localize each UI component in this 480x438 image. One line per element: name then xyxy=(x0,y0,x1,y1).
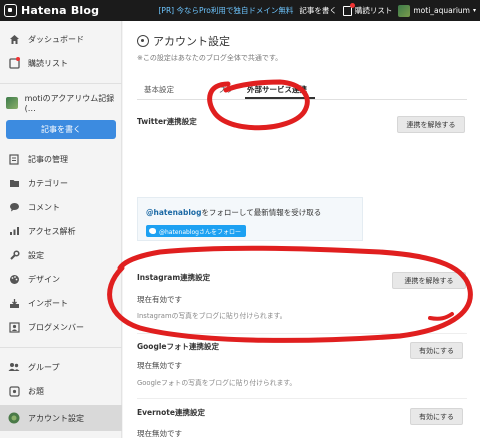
import-icon xyxy=(8,297,20,309)
sidebar-item-label: お題 xyxy=(28,386,44,396)
topic-icon xyxy=(8,385,20,397)
divider xyxy=(137,398,467,399)
blog-selector[interactable]: motiのアクアリウム記録(… xyxy=(0,93,122,113)
chevron-down-icon: ▾ xyxy=(472,7,476,14)
account-settings-icon xyxy=(137,35,149,47)
document-icon xyxy=(8,153,20,165)
evernote-status: 現在無効です xyxy=(137,429,182,438)
main-content: アカウント設定 ※この設定はあなたのブログ全体で共通です。 基本設定 プラ 外部… xyxy=(123,21,480,438)
wrench-icon xyxy=(8,249,20,261)
page-title-text: アカウント設定 xyxy=(153,35,230,48)
comment-icon xyxy=(8,201,20,213)
blog-thumbnail xyxy=(6,97,18,109)
write-post-button[interactable]: 記事を書く xyxy=(6,120,116,139)
sidebar-item-label: 設定 xyxy=(28,250,44,260)
sidebar-item-groups[interactable]: グループ xyxy=(0,355,122,379)
divider xyxy=(0,83,122,84)
sidebar-item-label: グループ xyxy=(28,362,60,372)
sidebar-item-label: ブログメンバー xyxy=(28,322,84,332)
google-photos-enable-button[interactable]: 有効にする xyxy=(410,342,463,359)
google-photos-section-title: Googleフォト連携設定 xyxy=(137,342,219,351)
sidebar-item-label: 購読リスト xyxy=(28,58,68,68)
promo-link[interactable]: [PR] 今ならPro利用で独自ドメイン無料 xyxy=(159,5,294,16)
tab-external-services[interactable]: 外部サービス連携 xyxy=(247,84,307,95)
sidebar-item-label: アクセス解析 xyxy=(28,226,76,236)
sidebar-item-design[interactable]: デザイン xyxy=(0,267,122,291)
username: moti_aquarium xyxy=(413,6,470,15)
twitter-section-title: Twitter連携設定 xyxy=(137,117,197,126)
sidebar-item-analytics[interactable]: アクセス解析 xyxy=(0,219,122,243)
bar-chart-icon xyxy=(8,225,20,237)
hatena-logo-icon xyxy=(4,4,17,17)
active-tab-indicator xyxy=(245,97,315,99)
settings-tabs: 基本設定 プラ 外部サービス連携 xyxy=(137,82,467,100)
sidebar-item-label: カテゴリー xyxy=(28,178,68,188)
members-icon xyxy=(8,321,20,333)
evernote-section-title: Evernote連携設定 xyxy=(137,408,205,417)
sidebar-item-settings[interactable]: 設定 xyxy=(0,243,122,267)
instagram-note: Instagramの写真をブログに貼り付けられます。 xyxy=(137,312,287,320)
home-icon xyxy=(8,33,20,45)
twitter-follow-button[interactable]: @hatenablogさんをフォロー xyxy=(146,225,246,237)
twitter-follow-box: @hatenablogをフォローして最新情報を受け取る @hatenablogさ… xyxy=(137,197,363,241)
group-icon xyxy=(8,361,20,373)
divider xyxy=(0,347,122,348)
reading-list-icon xyxy=(8,57,20,69)
twitter-bird-icon xyxy=(149,228,156,234)
sidebar-item-label: アカウント設定 xyxy=(28,413,84,423)
sidebar-item-comments[interactable]: コメント xyxy=(0,195,122,219)
sidebar-item-label: インポート xyxy=(28,298,68,308)
sidebar-item-manage-posts[interactable]: 記事の管理 xyxy=(0,147,122,171)
reading-list-label: 購読リスト xyxy=(354,6,393,15)
twitter-follow-message: をフォローして最新情報を受け取る xyxy=(201,208,322,217)
divider xyxy=(137,333,467,334)
top-bar: Hatena Blog [PR] 今ならPro利用で独自ドメイン無料 記事を書く… xyxy=(0,0,480,21)
instagram-section-title: Instagram連携設定 xyxy=(137,273,211,282)
evernote-enable-button[interactable]: 有効にする xyxy=(410,408,463,425)
sidebar-item-label: 記事の管理 xyxy=(28,154,68,164)
instagram-status: 現在有効です xyxy=(137,295,182,304)
blog-name: motiのアクアリウム記録(… xyxy=(24,94,115,113)
write-post-link[interactable]: 記事を書く xyxy=(299,5,337,16)
tab-plan[interactable]: プラ xyxy=(218,84,233,95)
user-menu[interactable]: moti_aquarium ▾ xyxy=(398,4,476,17)
sidebar-item-label: ダッシュボード xyxy=(28,34,84,44)
google-photos-note: Googleフォトの写真をブログに貼り付けられます。 xyxy=(137,379,297,387)
reading-list-icon xyxy=(342,2,355,16)
sidebar-item-dashboard[interactable]: ダッシュボード xyxy=(0,27,122,51)
hatena-blog-logo[interactable]: Hatena Blog xyxy=(0,0,99,21)
tab-basic-settings[interactable]: 基本設定 xyxy=(144,84,174,95)
sidebar-item-topics[interactable]: お題 xyxy=(0,379,122,403)
twitter-disconnect-button[interactable]: 連携を解除する xyxy=(397,116,465,133)
twitter-follow-label: @hatenablogさんをフォロー xyxy=(159,228,241,236)
google-photos-status: 現在無効です xyxy=(137,361,182,370)
sidebar-item-label: デザイン xyxy=(28,274,60,284)
logo-text: Hatena Blog xyxy=(21,4,100,17)
sidebar: ダッシュボード 購読リスト motiのアクアリウム記録(… 記事を書く 記事の管… xyxy=(0,21,122,438)
sidebar-item-account-settings[interactable]: アカウント設定 xyxy=(0,405,122,431)
palette-icon xyxy=(8,273,20,285)
sidebar-item-label: コメント xyxy=(28,202,60,212)
twitter-handle: @hatenablog xyxy=(146,208,202,217)
sidebar-item-reading-list[interactable]: 購読リスト xyxy=(0,51,122,75)
sidebar-item-categories[interactable]: カテゴリー xyxy=(0,171,122,195)
avatar xyxy=(398,4,411,17)
account-avatar-icon xyxy=(8,412,20,424)
twitter-follow-text: @hatenablogをフォローして最新情報を受け取る xyxy=(146,207,321,218)
folder-icon xyxy=(8,177,20,189)
reading-list-button[interactable]: 購読リスト xyxy=(342,2,393,16)
instagram-disconnect-button[interactable]: 連携を解除する xyxy=(392,272,466,289)
sidebar-item-import[interactable]: インポート xyxy=(0,291,122,315)
sidebar-item-blog-members[interactable]: ブログメンバー xyxy=(0,315,122,339)
page-subtitle: ※この設定はあなたのブログ全体で共通です。 xyxy=(137,54,283,62)
page-title: アカウント設定 xyxy=(137,33,230,49)
